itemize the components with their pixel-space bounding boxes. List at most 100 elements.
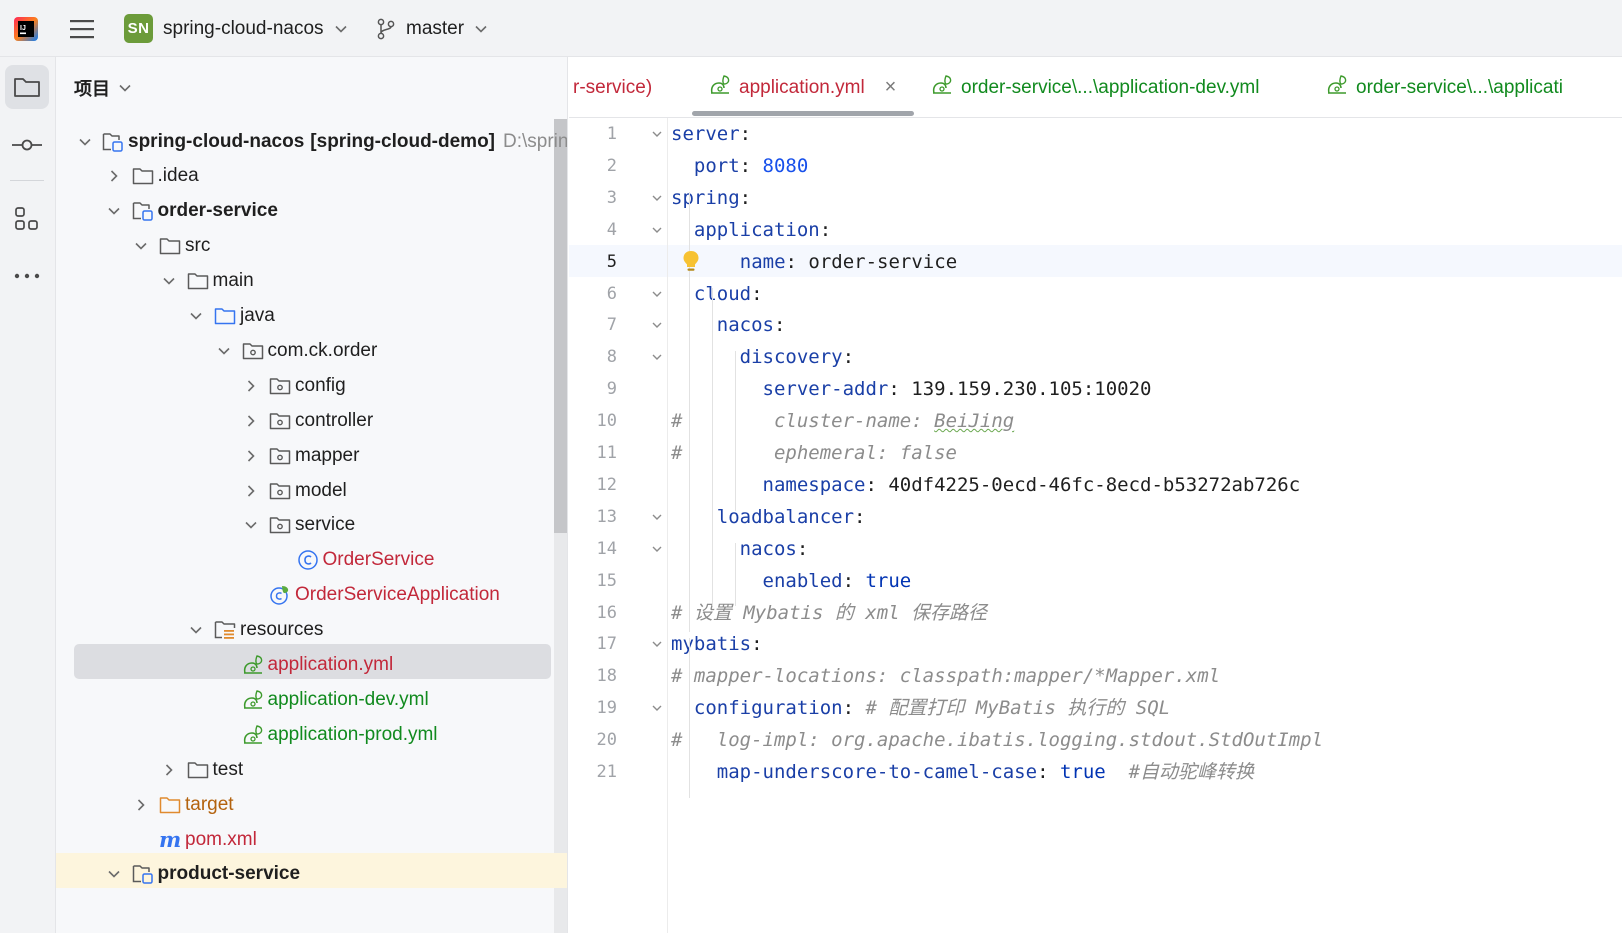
- tree-file-application-yml[interactable]: application.yml: [56, 648, 567, 683]
- fold-icon[interactable]: [651, 319, 663, 331]
- more-tools-button[interactable]: [5, 254, 49, 298]
- fold-toggle[interactable]: [649, 533, 665, 565]
- code-line[interactable]: server-addr: 139.159.230.105:10020: [671, 373, 1152, 405]
- chevron-right-icon[interactable]: [134, 798, 148, 812]
- tree-module-order-service[interactable]: order-service: [56, 194, 567, 229]
- comment-text: mapper-locations: classpath:mapper/*Mapp…: [693, 665, 1221, 688]
- code-line[interactable]: map-underscore-to-camel-case: true #自动驼峰…: [671, 756, 1254, 788]
- chevron-down-icon[interactable]: [162, 274, 176, 288]
- fold-toggle[interactable]: [649, 182, 665, 214]
- tree-folder-idea[interactable]: .idea: [56, 159, 567, 194]
- code-line[interactable]: loadbalancer:: [671, 501, 866, 533]
- fold-icon[interactable]: [651, 224, 663, 236]
- code-line[interactable]: # mapper-locations: classpath:mapper/*Ma…: [671, 660, 1220, 692]
- tree-module-product-service[interactable]: product-service: [56, 857, 567, 892]
- code-line[interactable]: # 设置 Mybatis 的 xml 保存路径: [671, 597, 987, 629]
- code-line[interactable]: name: order-service: [694, 246, 957, 278]
- chevron-down-icon[interactable]: [217, 344, 231, 358]
- tree-folder-target[interactable]: target: [56, 787, 567, 822]
- chevron-down-icon[interactable]: [189, 623, 203, 637]
- tree-folder-src[interactable]: src: [56, 229, 567, 264]
- tree-file-application-dev-yml[interactable]: application-dev.yml: [56, 682, 567, 717]
- tree-folder-java[interactable]: java: [56, 299, 567, 334]
- fold-icon[interactable]: [651, 638, 663, 650]
- tree-folder-resources[interactable]: resources: [56, 613, 567, 648]
- fold-icon[interactable]: [651, 511, 663, 523]
- code-editor[interactable]: 1 server: 2 port: 8080 3 spring: 4 applicatio…: [569, 118, 1622, 933]
- code-line[interactable]: port: 8080: [671, 150, 808, 182]
- tree-folder-main[interactable]: main: [56, 264, 567, 299]
- code-line[interactable]: # ephemeral: false: [671, 437, 957, 469]
- chevron-down-icon[interactable]: [78, 135, 92, 149]
- code-line[interactable]: # log-impl: org.apache.ibatis.logging.st…: [671, 724, 1323, 756]
- class-icon: [297, 550, 318, 571]
- code-line[interactable]: spring:: [671, 182, 751, 214]
- chevron-down-icon[interactable]: [244, 518, 258, 532]
- code-line[interactable]: mybatis:: [671, 628, 763, 660]
- editor-tab[interactable]: r-service): [573, 57, 652, 117]
- project-view-selector[interactable]: 项目: [74, 75, 132, 101]
- package-icon: [269, 517, 291, 534]
- chevron-down-icon[interactable]: [107, 867, 121, 881]
- tree-package-controller[interactable]: controller: [56, 403, 567, 438]
- fold-toggle[interactable]: [649, 501, 665, 533]
- tree-package-model[interactable]: model: [56, 473, 567, 508]
- code-line[interactable]: enabled: true: [671, 565, 912, 597]
- fold-toggle[interactable]: [649, 692, 665, 724]
- tree-file-application-prod-yml[interactable]: application-prod.yml: [56, 717, 567, 752]
- code-line[interactable]: namespace: 40df4225-0ecd-46fc-8ecd-b5327…: [671, 469, 1301, 501]
- tree-folder-test[interactable]: test: [56, 752, 567, 787]
- chevron-right-icon[interactable]: [244, 379, 258, 393]
- close-icon[interactable]: ×: [885, 76, 897, 99]
- chevron-down-icon[interactable]: [134, 239, 148, 253]
- line-number: 18: [596, 666, 617, 687]
- excluded-folder-icon: [159, 796, 181, 813]
- fold-icon[interactable]: [651, 351, 663, 363]
- fold-toggle[interactable]: [649, 628, 665, 660]
- tree-file-orderservice[interactable]: OrderService: [56, 543, 567, 578]
- fold-toggle[interactable]: [649, 278, 665, 310]
- commit-tool-button[interactable]: [5, 123, 49, 167]
- branch-switcher[interactable]: master: [376, 0, 488, 57]
- tree-file-orderserviceapplication[interactable]: OrderServiceApplication: [56, 578, 567, 613]
- lightbulb-icon[interactable]: [681, 249, 701, 273]
- tree-package-service[interactable]: service: [56, 508, 567, 543]
- code-line[interactable]: discovery:: [671, 341, 854, 373]
- fold-icon[interactable]: [651, 543, 663, 555]
- project-switcher[interactable]: SN spring-cloud-nacos: [124, 0, 348, 57]
- code-line[interactable]: nacos:: [671, 533, 809, 565]
- editor-tab-active[interactable]: application.yml ×: [709, 57, 897, 117]
- tree-package-mapper[interactable]: mapper: [56, 438, 567, 473]
- yaml-key: namespace: [762, 473, 866, 496]
- fold-toggle[interactable]: [649, 309, 665, 341]
- fold-icon[interactable]: [651, 702, 663, 714]
- code-line[interactable]: application:: [671, 214, 831, 246]
- main-menu-icon[interactable]: [68, 0, 96, 57]
- tree-package-config[interactable]: config: [56, 368, 567, 403]
- fold-toggle[interactable]: [649, 341, 665, 373]
- editor-tab[interactable]: order-service\...\application-dev.yml: [931, 57, 1259, 117]
- code-line[interactable]: # cluster-name: BeiJing: [671, 405, 1014, 437]
- code-line[interactable]: server:: [671, 118, 751, 150]
- fold-toggle[interactable]: [649, 118, 665, 150]
- project-tool-button[interactable]: [5, 65, 49, 109]
- intellij-logo-icon[interactable]: IJ: [14, 0, 38, 57]
- chevron-right-icon[interactable]: [244, 449, 258, 463]
- chevron-right-icon[interactable]: [107, 169, 121, 183]
- code-line[interactable]: cloud:: [671, 278, 763, 310]
- editor-tab[interactable]: order-service\...\applicati: [1326, 57, 1563, 117]
- chevron-down-icon[interactable]: [189, 309, 203, 323]
- chevron-right-icon[interactable]: [244, 484, 258, 498]
- chevron-right-icon[interactable]: [244, 414, 258, 428]
- fold-icon[interactable]: [651, 128, 663, 140]
- fold-icon[interactable]: [651, 192, 663, 204]
- fold-toggle[interactable]: [649, 214, 665, 246]
- chevron-right-icon[interactable]: [162, 763, 176, 777]
- tree-module-root[interactable]: spring-cloud-nacos [spring-cloud-demo] D:\…: [56, 124, 567, 159]
- structure-tool-button[interactable]: [5, 197, 49, 241]
- tree-file-pom-xml[interactable]: m pom.xml: [56, 822, 567, 857]
- fold-icon[interactable]: [651, 288, 663, 300]
- tree-package-com-ck-order[interactable]: com.ck.order: [56, 333, 567, 368]
- chevron-down-icon[interactable]: [107, 204, 121, 218]
- code-line[interactable]: configuration: # 配置打印 MyBatis 执行的 SQL: [671, 692, 1170, 724]
